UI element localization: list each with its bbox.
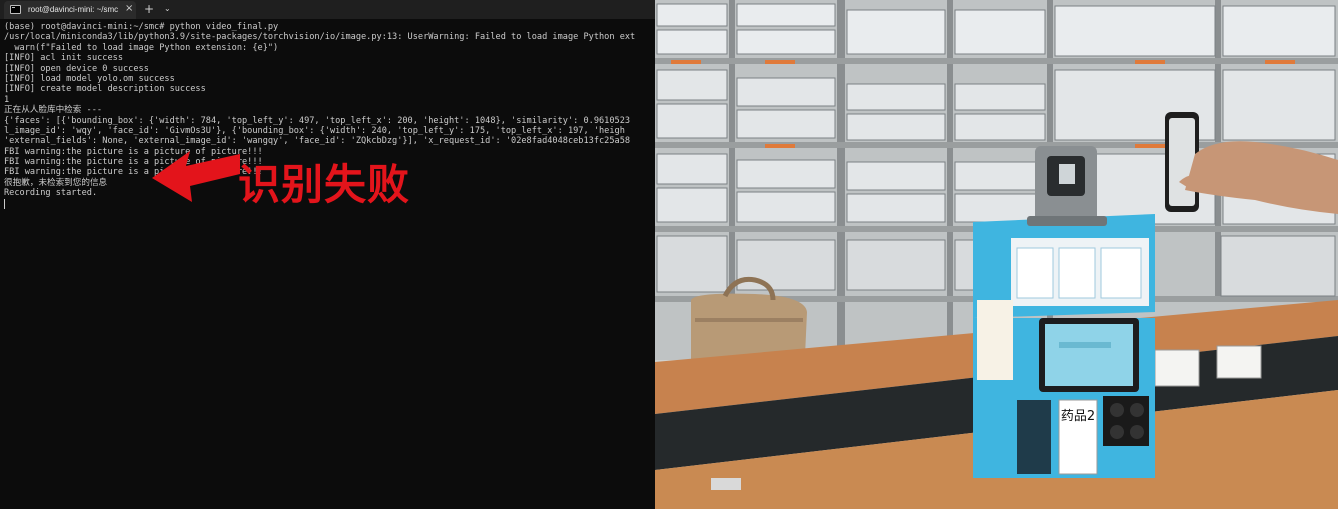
terminal-line: {'faces': [{'bounding_box': {'width': 78… [4,115,631,126]
terminal-tab-bar: root@davinci-mini: ~/smc × + ⌄ [0,0,655,19]
photo-scene: 药品2 [655,0,1338,509]
terminal-line: [INFO] create model description success [4,84,206,95]
terminal-line: [INFO] open device 0 success [4,63,149,74]
new-tab-icon[interactable]: + [144,2,154,16]
terminal-line: [INFO] load model yolo.om success [4,73,175,84]
recognition-failed-label: 识别失败 [238,160,411,209]
chevron-down-icon[interactable]: ⌄ [164,3,171,15]
camera-photo: 药品2 [655,0,1338,509]
terminal-line: warn(f"Failed to load image Python exten… [4,42,279,53]
terminal-line: 正在从人脸库中检索 --- [4,105,103,116]
text-cursor [4,198,5,209]
terminal-line: [INFO] acl init success [4,53,123,64]
terminal-line: FBI warning:the picture is a picture of … [4,146,263,157]
compartment-label: 药品2 [1061,409,1095,424]
tab-title: root@davinci-mini: ~/smc [28,5,119,14]
close-tab-icon[interactable]: × [125,3,133,15]
annotation-arrow [152,151,240,202]
terminal-line: (base) root@davinci-mini:~/smc# python v… [4,22,279,32]
terminal-icon [10,5,21,14]
terminal-line: l_image_id': 'wqy', 'face_id': 'GivmOs3U… [4,125,625,136]
terminal-line: 'external_fields': None, 'external_image… [4,136,631,147]
terminal-tab[interactable]: root@davinci-mini: ~/smc × [4,1,136,19]
terminal-window[interactable]: root@davinci-mini: ~/smc × + ⌄ (base) ro… [0,0,655,509]
terminal-line: /usr/local/miniconda3/lib/python3.9/site… [4,32,636,43]
terminal-line: 1 [4,94,10,105]
